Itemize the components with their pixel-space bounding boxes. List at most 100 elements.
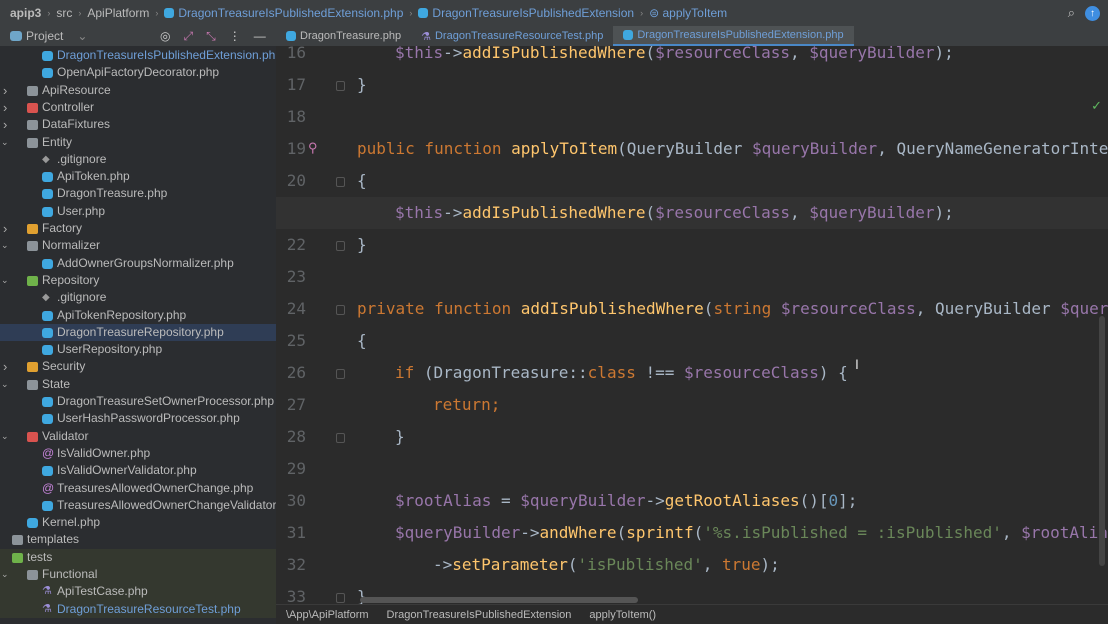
tree-item[interactable]: DragonTreasure.php [0,185,276,202]
tree-item[interactable]: › Factory [0,220,276,237]
crumb-file[interactable]: DragonTreasureIsPublishedExtension.php [164,6,403,20]
code-token: return; [433,395,501,414]
chevron-down-icon[interactable]: ⌄ [1,428,9,445]
tree-item-label: OpenApiFactoryDecorator.php [57,65,220,80]
tree-item-label: ApiTokenRepository.php [57,307,187,322]
update-icon[interactable]: ↑ [1085,5,1100,21]
tree-item[interactable]: ApiTokenRepository.php [0,307,276,324]
crumb-apiplatform[interactable]: ApiPlatform [87,6,149,20]
fold-marker-icon[interactable] [336,305,345,315]
fold-marker-icon[interactable] [336,241,345,251]
status-namespace[interactable]: \App\ApiPlatform [286,609,369,621]
folder-icon [12,552,23,563]
chevron-right-icon[interactable]: › [3,358,7,375]
search-icon[interactable]: ⌕ [1068,5,1075,21]
chevron-down-icon[interactable]: ⌄ [1,134,9,151]
code-token: $resourceClass [684,363,819,382]
fold-marker-icon[interactable] [336,369,345,379]
chevron-right-icon[interactable]: › [3,116,7,133]
tree-item-label: DragonTreasureResourceTest.php [57,601,241,616]
fold-marker-icon[interactable] [336,593,345,603]
php-file-icon [42,397,53,407]
code-token: string [713,299,781,318]
chevron-right-icon[interactable]: › [3,220,7,237]
tree-item[interactable]: ⌄ Validator [0,428,276,445]
status-class[interactable]: DragonTreasureIsPublishedExtension [387,609,572,621]
status-method[interactable]: applyToItem() [589,609,656,621]
code-editor[interactable]: 16171819⚲2021222324252627282930313233 $t… [276,46,1108,604]
code-token: !== [645,363,684,382]
tree-item[interactable]: AddOwnerGroupsNormalizer.php [0,255,276,272]
collapse-all-icon[interactable]: ⤡ [206,29,216,44]
implements-method-icon[interactable]: ⚲ [308,140,318,156]
tree-item-label: .gitignore [57,290,107,305]
tree-item[interactable]: DragonTreasureIsPublishedExtension.php [0,47,276,64]
tab-0[interactable]: DragonTreasure.php [276,26,411,46]
code-token: ); [934,46,954,62]
fold-marker-icon[interactable] [336,433,345,443]
line-number: 29 [286,459,306,478]
tree-item[interactable]: @ TreasuresAllowedOwnerChange.php [0,480,276,497]
tree-item[interactable]: ⌄ Repository [0,272,276,289]
tree-item[interactable]: DragonTreasureRepository.php [0,323,276,342]
chevron-down-icon[interactable]: ⌄ [1,566,9,583]
tree-item[interactable]: ◆ .gitignore [0,151,276,168]
crumb-project[interactable]: apip3 [10,6,41,20]
tree-item[interactable]: @ IsValidOwner.php [0,445,276,462]
line-number: 17 [286,75,306,94]
horizontal-scrollbar[interactable] [360,597,638,603]
project-view-selector[interactable]: Project [26,29,63,43]
chevron-down-icon[interactable]: ⌄ [77,29,87,43]
tree-item[interactable]: ⌄tests [0,548,276,566]
crumb-class[interactable]: DragonTreasureIsPublishedExtension [418,6,634,20]
tree-item[interactable]: ◆ .gitignore [0,289,276,306]
tree-item-label: ApiTestCase.php [57,584,148,599]
locate-icon[interactable]: ◎ [160,29,170,44]
tree-item[interactable]: Kernel.php [0,514,276,531]
vertical-scrollbar[interactable] [1099,316,1105,566]
tree-item[interactable]: ⌄ State [0,376,276,393]
tab-2[interactable]: DragonTreasureIsPublishedExtension.php [613,26,854,46]
tree-item[interactable]: › Security [0,358,276,375]
php-file-icon [42,206,53,217]
chevron-right-icon[interactable]: › [3,82,7,99]
tree-item[interactable]: ⚗ ApiTestCase.php [0,583,276,601]
code-token: $queryBuilder [751,139,878,158]
no-problems-check-icon[interactable]: ✓ [1091,98,1102,114]
tree-item[interactable]: ⌄ Functional [0,566,276,584]
line-number: 28 [286,427,306,446]
chevron-down-icon[interactable]: ⌄ [1,376,9,393]
tree-item-label: Repository [42,272,100,287]
tree-item[interactable]: ⚗ DragonTreasureResourceTest.php [0,600,276,618]
chevron-down-icon[interactable]: ⌄ [1,237,9,254]
tree-item[interactable]: User.php [0,203,276,220]
tree-item[interactable]: ⌄ Entity [0,134,276,151]
crumb-src[interactable]: src [56,6,72,20]
tree-item[interactable]: ApiToken.php [0,168,276,185]
fold-marker-icon[interactable] [336,81,345,91]
tree-item[interactable]: › Controller [0,99,276,116]
tree-item[interactable]: IsValidOwnerValidator.php [0,462,276,479]
tree-item-label: DragonTreasureSetOwnerProcessor.php [57,394,274,408]
fold-marker-icon[interactable] [336,177,345,187]
tree-item[interactable]: OpenApiFactoryDecorator.php [0,64,276,81]
tree-item[interactable]: TreasuresAllowedOwnerChangeValidator.php [0,497,276,514]
tree-item-label: Controller [42,99,95,114]
chevron-down-icon[interactable]: ⌄ [1,272,9,289]
crumb-method[interactable]: ⊜ applyToItem [649,6,727,20]
tree-item[interactable]: › ApiResource [0,82,276,99]
tree-item[interactable]: templates [0,531,276,548]
folder-icon [27,431,38,442]
tab-1[interactable]: ⚗ DragonTreasureResourceTest.php [411,26,613,46]
tree-item-label: Security [42,359,86,374]
chevron-right-icon[interactable]: › [3,99,7,116]
tree-item[interactable]: UserHashPasswordProcessor.php [0,410,276,427]
tree-item[interactable]: › DataFixtures [0,116,276,133]
expand-all-icon[interactable]: ⤢ [183,29,193,44]
code-token: sprintf [626,523,694,542]
tree-item[interactable]: ⌄ Normalizer [0,237,276,254]
tree-item[interactable]: DragonTreasureSetOwnerProcessor.php [0,393,276,410]
hide-icon[interactable]: — [254,29,266,44]
options-icon[interactable]: ⋮ [229,29,241,44]
tree-item[interactable]: UserRepository.php [0,341,276,358]
